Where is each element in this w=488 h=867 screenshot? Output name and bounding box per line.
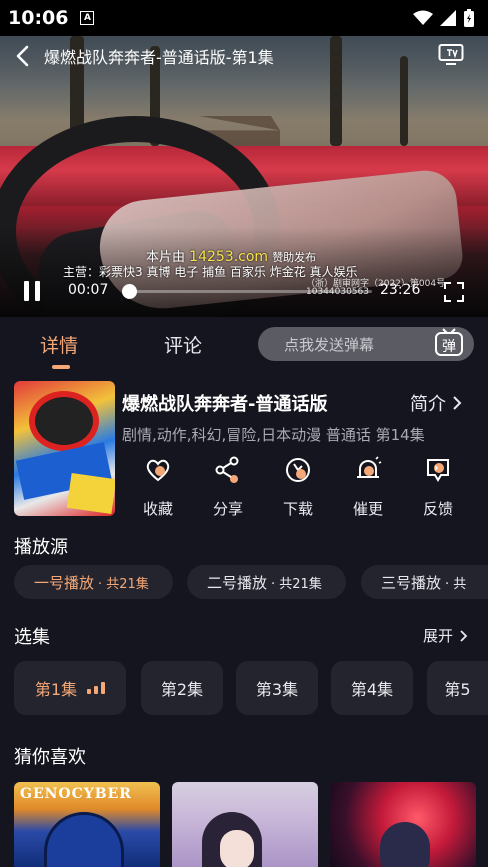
show-poster[interactable] bbox=[14, 381, 115, 516]
action-label: 反馈 bbox=[422, 500, 453, 518]
source-count: · 共21集 bbox=[271, 576, 322, 592]
episode-label: 第5 bbox=[444, 680, 471, 699]
source-label: 二号播放 bbox=[207, 573, 268, 592]
playing-indicator-icon bbox=[87, 682, 106, 694]
poster-art bbox=[29, 391, 99, 451]
tab-details[interactable]: 详情 bbox=[40, 331, 78, 358]
episode-2[interactable]: 第2集 bbox=[141, 661, 223, 715]
recommend-card-title: GENOCYBER bbox=[20, 786, 132, 802]
heart-icon bbox=[146, 459, 170, 482]
total-time: 23:26 bbox=[380, 282, 421, 298]
intro-button[interactable]: 简介 bbox=[410, 390, 462, 416]
chevron-right-icon bbox=[460, 629, 468, 642]
show-tags: 剧情,动作,科幻,冒险,日本动漫 普通话 第14集 bbox=[122, 426, 425, 444]
video-title: 爆燃战队奔奔者-普通话版-第1集 bbox=[44, 48, 274, 67]
pause-icon bbox=[24, 281, 29, 301]
poster-art bbox=[66, 473, 115, 514]
expand-episodes-button[interactable]: 展开 bbox=[423, 625, 468, 646]
favorite-button[interactable]: 收藏 bbox=[130, 456, 186, 519]
action-label: 收藏 bbox=[142, 500, 173, 518]
chevron-right-icon bbox=[453, 396, 462, 410]
recommend-card-3[interactable] bbox=[330, 782, 476, 867]
status-bar: 10:06 A bbox=[0, 0, 488, 36]
feedback-icon bbox=[427, 459, 449, 482]
recommend-card-art bbox=[380, 822, 430, 867]
share-button[interactable]: 分享 bbox=[200, 456, 256, 519]
section-title-sources: 播放源 bbox=[14, 537, 68, 558]
notification-icon: A bbox=[80, 11, 95, 25]
bell-icon bbox=[357, 456, 382, 478]
episode-5[interactable]: 第5 bbox=[427, 661, 488, 715]
tab-comments[interactable]: 评论 bbox=[164, 331, 202, 358]
danmu-placeholder: 点我发送弹幕 bbox=[284, 336, 375, 354]
urge-update-button[interactable]: 催更 bbox=[340, 456, 396, 519]
source-label: 一号播放 bbox=[34, 573, 95, 592]
source-chip-1[interactable]: 一号播放 · 共21集 bbox=[14, 565, 173, 599]
section-title-episodes: 选集 bbox=[14, 627, 50, 648]
fullscreen-button[interactable] bbox=[444, 282, 464, 306]
pause-button[interactable] bbox=[24, 281, 42, 301]
section-title-recommend: 猜你喜欢 bbox=[14, 747, 86, 768]
recommend-card-art bbox=[220, 830, 254, 867]
source-chip-2[interactable]: 二号播放 · 共21集 bbox=[187, 565, 346, 599]
show-title: 爆燃战队奔奔者-普通话版 bbox=[122, 394, 328, 415]
progress-knob[interactable] bbox=[122, 284, 138, 299]
progress-track[interactable] bbox=[122, 284, 372, 299]
app-screen: 10:06 A 爆燃战队奔奔者-普通话版-第1集 本片由 14253.com 赞… bbox=[0, 0, 488, 867]
action-row: 收藏 分享 下载 催更 反馈 bbox=[122, 456, 474, 518]
action-label: 分享 bbox=[212, 500, 243, 518]
action-label: 下载 bbox=[282, 500, 313, 518]
cast-tv-button[interactable] bbox=[438, 42, 464, 70]
download-icon bbox=[286, 458, 310, 482]
status-icons bbox=[413, 9, 474, 27]
source-count: · 共 bbox=[445, 576, 467, 592]
recommend-card-1[interactable]: GENOCYBER bbox=[14, 782, 160, 867]
back-button[interactable] bbox=[0, 36, 44, 76]
danmu-icon[interactable]: 弹 bbox=[434, 328, 464, 358]
source-chip-3[interactable]: 三号播放 · 共 bbox=[361, 565, 488, 599]
tab-indicator bbox=[52, 365, 70, 369]
player-top-bar: 爆燃战队奔奔者-普通话版-第1集 bbox=[0, 36, 488, 76]
share-icon bbox=[215, 456, 239, 483]
detail-tabs: 详情 评论 点我发送弹幕 弹 bbox=[0, 317, 488, 373]
episode-label: 第3集 bbox=[255, 680, 299, 699]
feedback-button[interactable]: 反馈 bbox=[410, 456, 466, 519]
recommend-card-art bbox=[44, 812, 124, 867]
intro-label: 简介 bbox=[410, 394, 446, 415]
download-button[interactable]: 下载 bbox=[270, 456, 326, 519]
episode-label: 第1集 bbox=[34, 680, 78, 699]
player-controls: 00:07 23:26 bbox=[0, 276, 488, 306]
source-count: · 共21集 bbox=[98, 576, 149, 592]
tv-icon bbox=[438, 44, 464, 65]
episode-label: 第2集 bbox=[160, 680, 204, 699]
signal-icon bbox=[440, 10, 456, 26]
current-time: 00:07 bbox=[68, 282, 109, 298]
recommend-card-2[interactable] bbox=[172, 782, 318, 867]
episode-label: 第4集 bbox=[350, 680, 394, 699]
back-arrow-icon bbox=[16, 45, 29, 67]
source-label: 三号播放 bbox=[381, 573, 442, 592]
pause-icon bbox=[35, 281, 40, 301]
danmu-input[interactable]: 点我发送弹幕 弹 bbox=[258, 327, 474, 361]
wifi-icon bbox=[413, 10, 433, 25]
expand-label: 展开 bbox=[422, 627, 453, 645]
fullscreen-icon bbox=[444, 282, 464, 302]
danmu-badge: 弹 bbox=[442, 339, 456, 355]
episode-1[interactable]: 第1集 bbox=[14, 661, 126, 715]
episode-4[interactable]: 第4集 bbox=[331, 661, 413, 715]
battery-icon bbox=[464, 9, 474, 27]
action-label: 催更 bbox=[352, 500, 383, 518]
episode-3[interactable]: 第3集 bbox=[236, 661, 318, 715]
status-time: 10:06 bbox=[8, 7, 69, 29]
